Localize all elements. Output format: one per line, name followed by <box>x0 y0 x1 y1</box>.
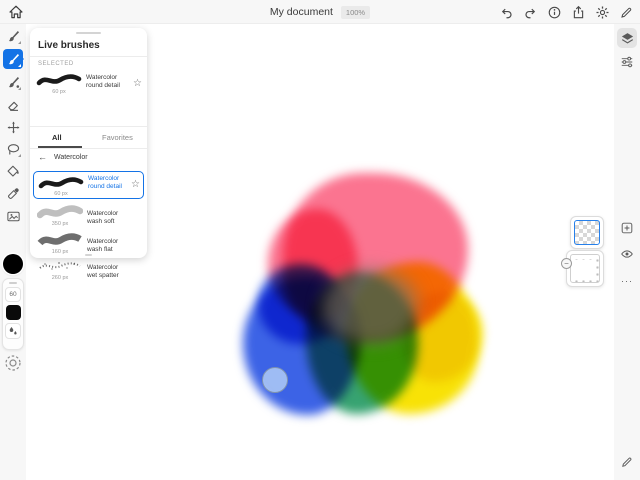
brush-stroke-preview <box>38 174 84 192</box>
panel-title: Live brushes <box>38 40 100 51</box>
undo-icon[interactable] <box>499 5 514 20</box>
favorite-star-icon[interactable]: ☆ <box>131 179 140 190</box>
brush-list-item[interactable]: 260 px Watercolor wet spatter <box>33 256 144 284</box>
brush-list-item-selected[interactable]: 60 px Watercolor round detail ☆ <box>33 171 144 199</box>
left-toolbar: 60 <box>0 24 26 480</box>
topbar-actions <box>499 0 634 24</box>
vector-brush-tool[interactable] <box>3 72 23 92</box>
layers-panel-button[interactable] <box>617 28 637 48</box>
tab-all[interactable]: All <box>52 133 62 142</box>
info-icon[interactable] <box>547 5 562 20</box>
background-layer-badge[interactable]: − <box>561 258 572 269</box>
eraser-tool[interactable] <box>3 95 23 115</box>
move-transform-tool[interactable] <box>3 117 23 137</box>
zoom-level-badge[interactable]: 100% <box>341 6 370 19</box>
brush-settings-mini-panel: 60 <box>2 278 24 350</box>
pencil-icon <box>620 455 634 469</box>
brush-stroke-preview <box>36 71 82 89</box>
brush-stroke-preview <box>37 203 83 221</box>
divider <box>30 56 147 57</box>
panel-drag-handle[interactable] <box>76 32 101 34</box>
brush-name: Watercolor round detail <box>88 175 130 191</box>
brush-stroke-preview <box>37 257 83 275</box>
panel-resize-handle[interactable] <box>85 254 92 256</box>
add-layer-button[interactable] <box>617 218 637 238</box>
touch-shortcut-control[interactable] <box>4 354 22 372</box>
place-image-tool[interactable] <box>3 206 23 226</box>
brush-cursor <box>262 367 288 393</box>
layer-properties-button[interactable] <box>617 52 637 72</box>
brush-tabs: All Favorites <box>30 130 147 148</box>
water-flow-button[interactable] <box>5 323 21 339</box>
stylus-settings-button[interactable] <box>617 452 637 472</box>
paint-blob-mixed-gray <box>322 268 418 344</box>
top-bar: My document 100% <box>0 0 640 24</box>
brush-stroke-preview <box>37 231 83 249</box>
category-label: Watercolor <box>54 154 88 161</box>
divider <box>30 126 147 127</box>
settings-gear-icon[interactable] <box>595 5 610 20</box>
share-icon[interactable] <box>571 5 586 20</box>
ellipsis-icon: ··· <box>621 276 633 286</box>
category-back-row[interactable]: ← Watercolor <box>30 152 147 166</box>
brush-size-label: 60 px <box>36 89 82 95</box>
pixel-brush-tool[interactable] <box>3 26 23 46</box>
redo-icon[interactable] <box>523 5 538 20</box>
water-drops-icon <box>7 325 19 337</box>
brush-list-item[interactable]: 350 px Watercolor wash soft <box>33 202 144 230</box>
live-brushes-panel: Live brushes SELECTED 60 px Watercolor r… <box>30 28 147 258</box>
tab-favorites[interactable]: Favorites <box>102 133 133 142</box>
selected-brush-row[interactable]: 60 px Watercolor round detail ☆ <box>30 70 147 100</box>
transparent-layer-thumb <box>574 220 600 245</box>
brush-size-label: 350 px <box>37 221 83 227</box>
live-brush-tool[interactable] <box>3 49 23 69</box>
background-layer-thumb <box>570 254 600 283</box>
brush-size-label: 60 px <box>38 191 84 197</box>
brush-name: Watercolor wet spatter <box>87 264 129 280</box>
right-toolbar: ··· <box>614 24 640 480</box>
favorite-star-icon[interactable]: ☆ <box>133 78 142 89</box>
secondary-color-swatch[interactable] <box>6 305 21 320</box>
brush-size-label: 260 px <box>37 275 83 281</box>
document-title[interactable]: My document <box>270 6 333 18</box>
mini-panel-handle[interactable] <box>9 282 17 284</box>
lasso-select-tool[interactable] <box>3 139 23 159</box>
brush-name: Watercolor wash flat <box>87 238 129 254</box>
background-layer-fill <box>575 260 595 277</box>
eyedropper-tool[interactable] <box>3 183 23 203</box>
active-color-swatch[interactable] <box>3 254 23 274</box>
eye-icon <box>620 247 634 261</box>
brush-size-label: 160 px <box>37 249 83 255</box>
brush-size-button[interactable]: 60 <box>5 287 21 302</box>
selected-label: SELECTED <box>38 61 74 67</box>
sliders-icon <box>620 55 634 69</box>
fresco-app-window: My document 100% <box>0 0 640 480</box>
layer-more-options-button[interactable]: ··· <box>617 271 637 291</box>
brush-name: Watercolor wash soft <box>87 210 129 226</box>
brush-name: Watercolor round detail <box>86 74 128 90</box>
divider <box>30 148 147 149</box>
layer-visibility-button[interactable] <box>617 244 637 264</box>
add-layer-icon <box>620 221 634 235</box>
back-arrow-icon[interactable]: ← <box>38 152 47 162</box>
layers-icon <box>620 31 635 46</box>
layer-thumbnail-background[interactable] <box>566 250 604 287</box>
paint-bucket-tool[interactable] <box>3 161 23 181</box>
stylus-icon[interactable] <box>619 5 634 20</box>
layer-thumbnail-active[interactable] <box>570 216 604 249</box>
